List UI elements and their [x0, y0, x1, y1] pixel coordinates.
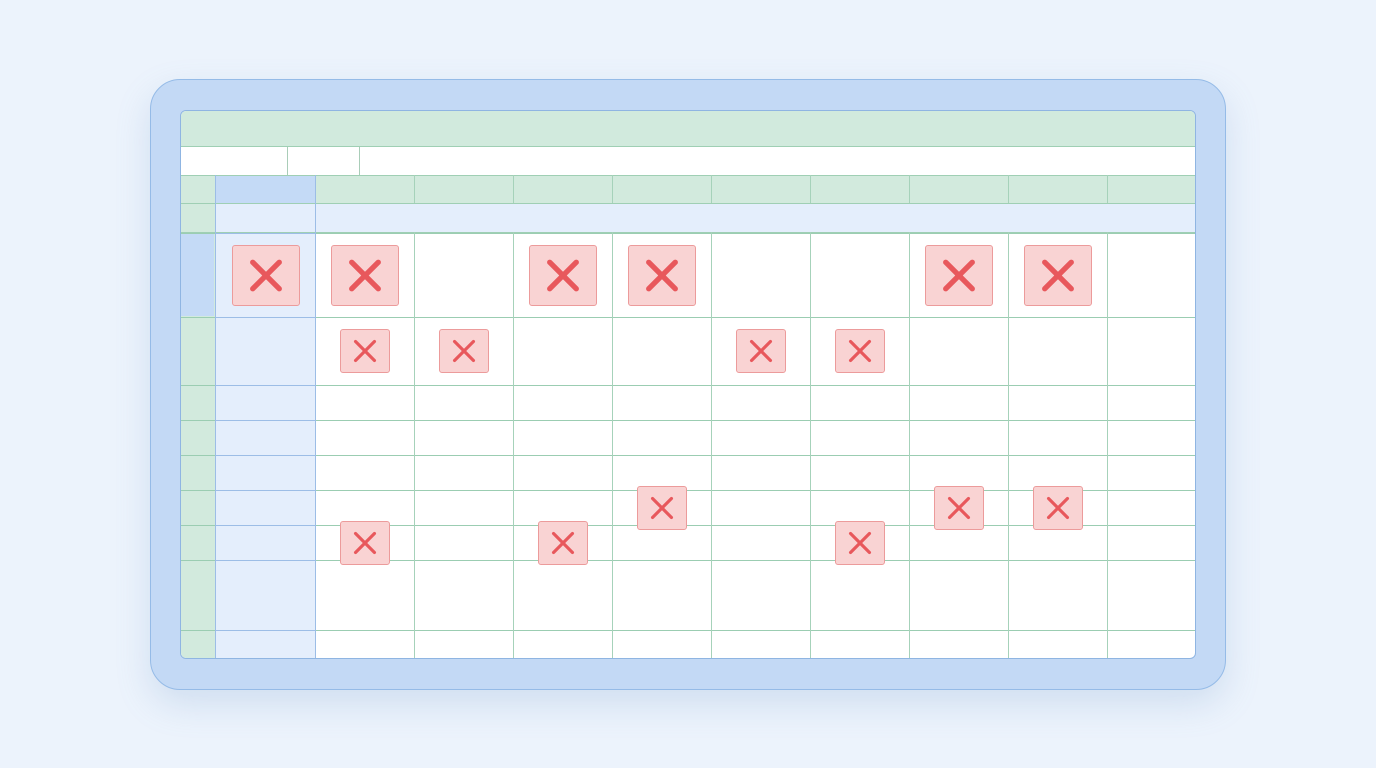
sheet-cell[interactable]	[612, 385, 711, 420]
sheet-cell[interactable]	[909, 525, 1008, 560]
x-mark-icon	[947, 496, 971, 519]
sheet-cell[interactable]	[711, 233, 810, 317]
sheet-cell[interactable]	[711, 420, 810, 455]
sheet-cell[interactable]	[909, 455, 1008, 490]
sheet-cell[interactable]	[315, 385, 414, 420]
sheet-cell[interactable]	[414, 490, 513, 525]
sheet-cell[interactable]	[810, 490, 909, 525]
formula-bar	[181, 147, 1195, 176]
x-mark-icon	[650, 496, 674, 519]
sheet-cell[interactable]	[315, 455, 414, 490]
x-mark-icon	[943, 259, 975, 291]
rejected-cell-marker[interactable]	[538, 520, 588, 565]
rejected-cell-marker[interactable]	[1024, 244, 1092, 306]
spreadsheet	[180, 110, 1196, 659]
sheet-cell[interactable]	[711, 490, 810, 525]
title-bar	[181, 111, 1195, 147]
x-mark-icon	[353, 339, 377, 363]
sheet-cell[interactable]	[315, 420, 414, 455]
sheet-cell[interactable]	[315, 560, 414, 630]
rejected-cell-marker[interactable]	[835, 520, 885, 565]
sheet-cell[interactable]	[612, 560, 711, 630]
x-mark-icon	[646, 259, 678, 291]
rejected-cell-marker[interactable]	[331, 244, 399, 306]
sheet-cell[interactable]	[1008, 455, 1107, 490]
sheet-cell[interactable]	[612, 420, 711, 455]
sheet-cell[interactable]	[711, 560, 810, 630]
sheet-cell[interactable]	[810, 455, 909, 490]
sheet-cell[interactable]	[414, 525, 513, 560]
sheet-cell[interactable]	[1008, 560, 1107, 630]
sheet-cell[interactable]	[612, 317, 711, 385]
x-mark-icon	[349, 259, 381, 291]
x-mark-icon	[749, 339, 773, 363]
column-header-row	[181, 175, 1195, 203]
sheet-cell[interactable]	[513, 455, 612, 490]
sheet-cell[interactable]	[810, 233, 909, 317]
sheet-cell[interactable]	[513, 420, 612, 455]
sheet-cell[interactable]	[513, 317, 612, 385]
x-mark-icon	[848, 339, 872, 363]
sheet-cell[interactable]	[513, 490, 612, 525]
sheet-cell[interactable]	[1008, 317, 1107, 385]
sheet-cell[interactable]	[215, 317, 315, 385]
sheet-cell[interactable]	[215, 420, 315, 455]
sheet-cell[interactable]	[215, 525, 315, 560]
subheader-row	[315, 204, 1195, 232]
sheet-cell[interactable]	[215, 455, 315, 490]
sheet-cell[interactable]	[1008, 525, 1107, 560]
function-box[interactable]	[288, 147, 360, 175]
selected-column-header[interactable]	[215, 175, 315, 203]
x-mark-icon	[353, 531, 377, 554]
sheet-cell[interactable]	[414, 560, 513, 630]
rejected-cell-marker[interactable]	[529, 244, 597, 306]
sheet-cell[interactable]	[215, 560, 315, 630]
sheet-cell[interactable]	[909, 420, 1008, 455]
rejected-cell-marker[interactable]	[628, 244, 696, 306]
x-mark-icon	[1046, 496, 1070, 519]
rejected-cell-marker[interactable]	[1033, 485, 1083, 530]
rejected-cell-marker[interactable]	[340, 329, 390, 373]
sheet-cell[interactable]	[1008, 420, 1107, 455]
formula-input[interactable]	[360, 147, 1195, 175]
sheet-cell[interactable]	[810, 420, 909, 455]
rejected-cell-marker[interactable]	[231, 244, 300, 306]
sheet-cell[interactable]	[810, 560, 909, 630]
sheet-cell[interactable]	[513, 385, 612, 420]
sheet-cell[interactable]	[1008, 385, 1107, 420]
sheet-cell[interactable]	[215, 490, 315, 525]
x-mark-icon	[452, 339, 476, 363]
name-box[interactable]	[181, 147, 288, 175]
rejected-cell-marker[interactable]	[439, 329, 489, 373]
sheet-cell[interactable]	[414, 455, 513, 490]
x-mark-icon	[848, 531, 872, 554]
rejected-cell-marker[interactable]	[934, 485, 984, 530]
sheet-cell[interactable]	[711, 455, 810, 490]
selected-row-header[interactable]	[181, 233, 214, 316]
rejected-cell-marker[interactable]	[637, 485, 687, 530]
sheet-cell[interactable]	[414, 233, 513, 317]
sheet-cell[interactable]	[414, 385, 513, 420]
sheet-cell[interactable]	[909, 560, 1008, 630]
sheet-cell[interactable]	[909, 385, 1008, 420]
rejected-cell-marker[interactable]	[835, 329, 885, 373]
sheet-cell[interactable]	[810, 385, 909, 420]
sheet-cell[interactable]	[909, 317, 1008, 385]
x-mark-icon	[547, 259, 579, 291]
rejected-cell-marker[interactable]	[340, 520, 390, 565]
sheet-cell[interactable]	[414, 420, 513, 455]
sheet-cell[interactable]	[315, 490, 414, 525]
sheet-cell[interactable]	[215, 385, 315, 420]
x-mark-icon	[1042, 259, 1074, 291]
sheet-cell[interactable]	[711, 525, 810, 560]
rejected-cell-marker[interactable]	[925, 244, 993, 306]
sheet-cell[interactable]	[612, 455, 711, 490]
x-mark-icon	[551, 531, 575, 554]
x-mark-icon	[249, 259, 282, 291]
sheet-cell[interactable]	[711, 385, 810, 420]
sheet-cell[interactable]	[612, 525, 711, 560]
sheet-cell[interactable]	[513, 560, 612, 630]
rejected-cell-marker[interactable]	[736, 329, 786, 373]
